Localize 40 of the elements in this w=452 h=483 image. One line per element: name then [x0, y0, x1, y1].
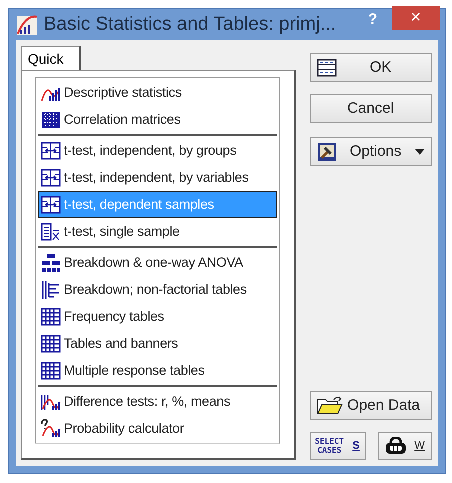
table-arrows-icon: [41, 140, 61, 160]
open-data-button[interactable]: Open Data: [310, 391, 432, 420]
shortcut-key: W: [414, 440, 425, 452]
window-title: Basic Statistics and Tables: primj...: [44, 14, 338, 36]
grid-icon: [41, 306, 61, 326]
tab[interactable]: Quick: [21, 46, 81, 70]
list-item[interactable]: Descriptive statistics: [38, 79, 277, 106]
table-arrows-icon: [41, 168, 61, 188]
list-item[interactable]: Difference tests: r, %, means: [38, 388, 277, 415]
grid-icon: [41, 334, 61, 354]
list-item[interactable]: Breakdown; non-factorial tables: [38, 276, 277, 303]
breakdown-icon: [41, 280, 61, 300]
weight-icon: [384, 437, 407, 455]
dropdown-caret-icon: [415, 148, 425, 154]
list-item[interactable]: Breakdown & one-way ANOVA: [38, 249, 277, 276]
list-item[interactable]: Tables and banners: [38, 330, 277, 357]
list-item[interactable]: Multiple response tables: [38, 357, 277, 384]
cancel-button[interactable]: Cancel: [310, 94, 432, 123]
ok-button[interactable]: OK: [310, 53, 432, 82]
folder-icon: [316, 396, 343, 416]
list-mean-icon: [41, 222, 61, 242]
grid-icon: [41, 360, 61, 380]
list-item[interactable]: t-test, independent, by variables: [38, 164, 277, 191]
list-item[interactable]: t-test, independent, by groups: [38, 137, 277, 164]
table-arrows-icon: [41, 194, 61, 214]
close-button[interactable]: ×: [392, 6, 440, 30]
matrix-icon: [41, 110, 61, 130]
probability-chart-icon: [41, 418, 61, 438]
list-item[interactable]: t-test, single sample: [38, 218, 277, 245]
options-button[interactable]: Options: [310, 137, 432, 166]
select-cases-label: SELECT CASES: [314, 437, 345, 455]
weights-button[interactable]: W: [378, 432, 432, 460]
hammer-icon: [316, 142, 337, 162]
hierarchy-icon: [41, 252, 61, 272]
shortcut-key: S: [352, 440, 360, 452]
list-item[interactable]: Correlation matrices: [38, 106, 277, 133]
list-item[interactable]: Frequency tables: [38, 303, 277, 330]
list-item[interactable]: Probability calculator: [38, 415, 277, 442]
spreadsheet-icon: [316, 58, 337, 76]
select-cases-button[interactable]: SELECT CASES S: [310, 432, 366, 460]
